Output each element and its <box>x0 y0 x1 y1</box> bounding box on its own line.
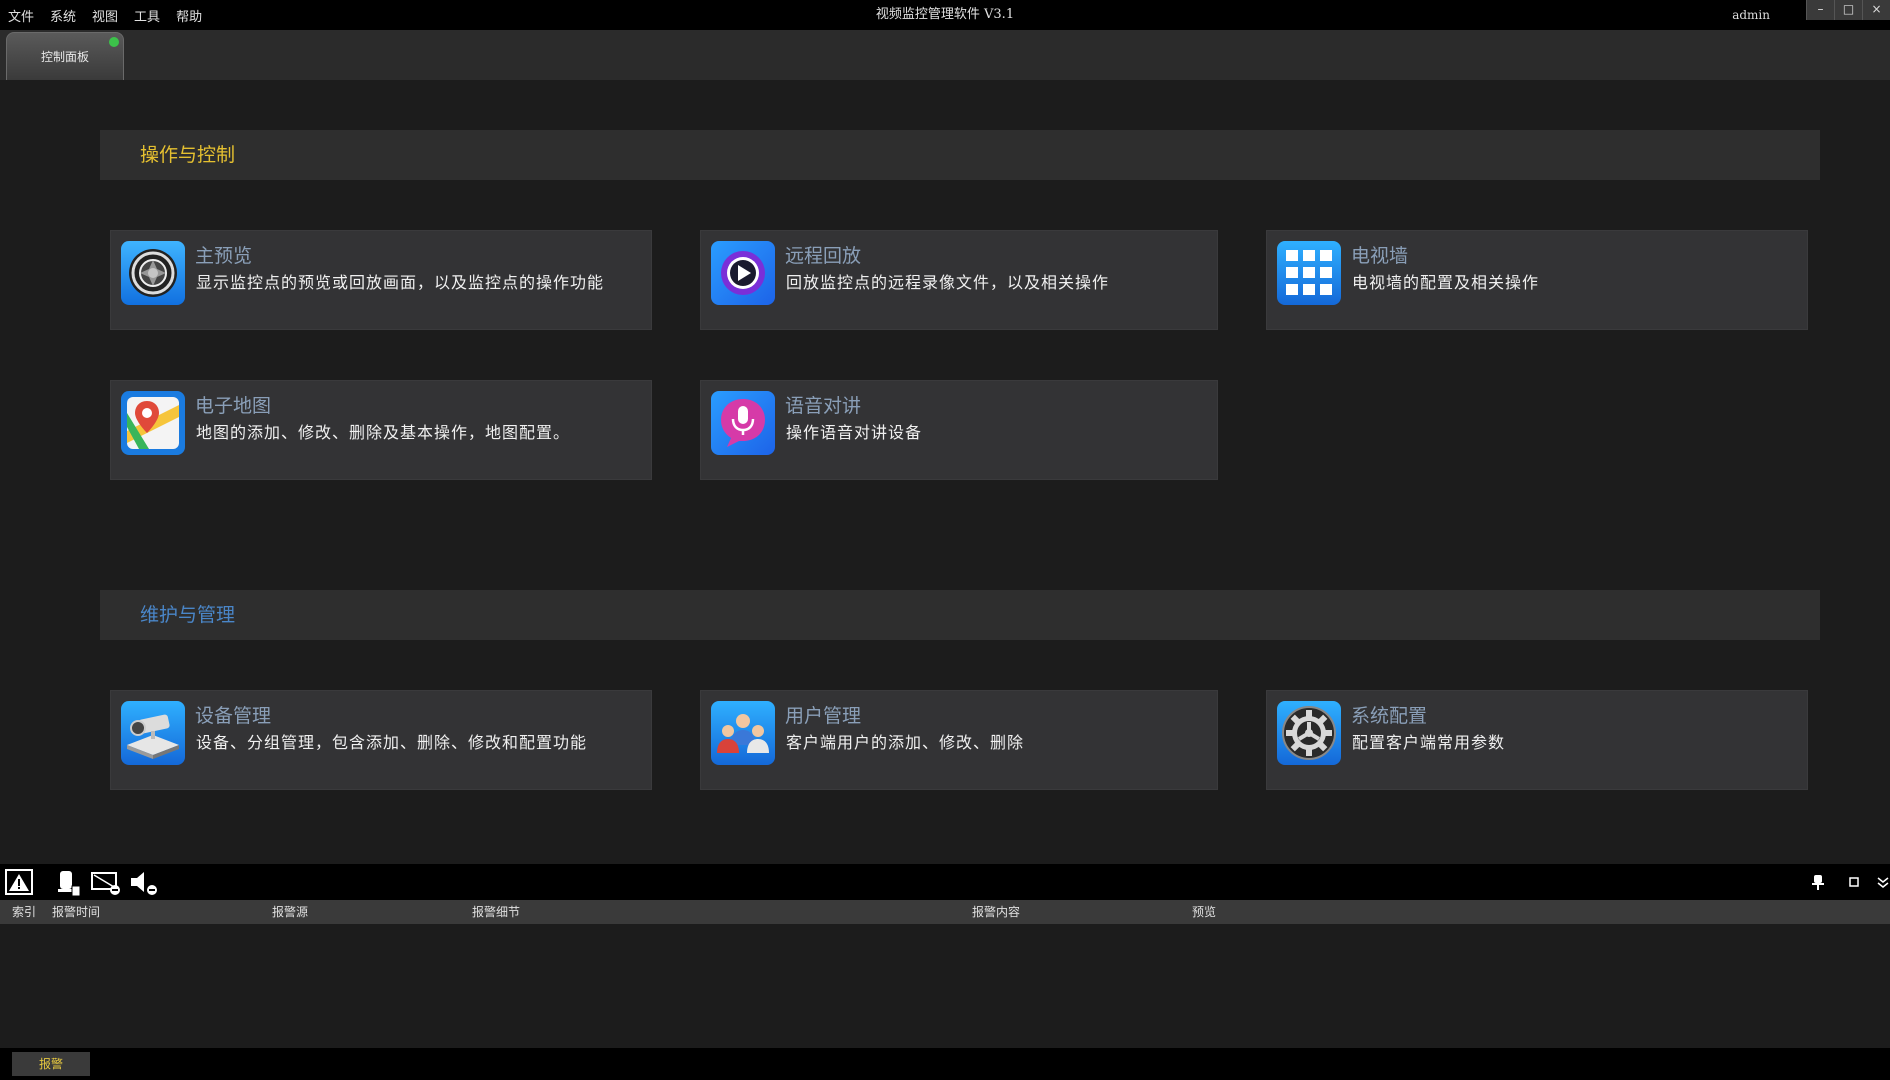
menu-tools[interactable]: 工具 <box>134 6 160 25</box>
section-title: 维护与管理 <box>140 604 236 626</box>
play-icon <box>711 241 775 305</box>
menu-view[interactable]: 视图 <box>92 6 118 25</box>
card-description: 配置客户端常用参数 <box>1352 733 1506 752</box>
card-title: 语音对讲 <box>785 395 862 417</box>
title-bar: 文件 系统 视图 工具 帮助 视频监控管理软件 V3.1 admin – □ × <box>0 0 1890 30</box>
card-electronic-map[interactable]: 电子地图 地图的添加、修改、删除及基本操作，地图配置。 <box>110 380 652 480</box>
card-description: 电视墙的配置及相关操作 <box>1352 273 1540 292</box>
card-title: 主预览 <box>195 245 253 267</box>
col-preview[interactable]: 预览 <box>1192 900 1216 924</box>
menu-help[interactable]: 帮助 <box>176 6 202 25</box>
grid-icon <box>1277 241 1341 305</box>
card-user-management[interactable]: 用户管理 客户端用户的添加、修改、删除 <box>700 690 1218 790</box>
device-icon <box>121 701 185 765</box>
col-alarm-content[interactable]: 报警内容 <box>972 900 1020 924</box>
tab-strip: 控制面板 <box>0 30 1890 80</box>
current-user[interactable]: admin <box>1732 0 1770 30</box>
card-device-management[interactable]: 设备管理 设备、分组管理，包含添加、删除、修改和配置功能 <box>110 690 652 790</box>
app-title: 视频监控管理软件 V3.1 <box>875 7 1015 22</box>
menu-file[interactable]: 文件 <box>8 6 34 25</box>
section-title: 操作与控制 <box>140 144 236 166</box>
map-pin-icon <box>121 391 185 455</box>
card-title: 设备管理 <box>195 705 272 727</box>
maximize-button[interactable]: □ <box>1834 0 1862 20</box>
card-title: 用户管理 <box>785 705 862 727</box>
card-remote-playback[interactable]: 远程回放 回放监控点的远程录像文件，以及相关操作 <box>700 230 1218 330</box>
users-icon <box>711 701 775 765</box>
card-main-preview[interactable]: 主预览 显示监控点的预览或回放画面，以及监控点的操作功能 <box>110 230 652 330</box>
microphone-icon <box>711 391 775 455</box>
card-description: 地图的添加、修改、删除及基本操作，地图配置。 <box>196 423 571 442</box>
card-title: 远程回放 <box>785 245 862 267</box>
card-description: 操作语音对讲设备 <box>786 423 923 442</box>
card-voice-intercom[interactable]: 语音对讲 操作语音对讲设备 <box>700 380 1218 480</box>
warning-icon[interactable] <box>4 864 34 900</box>
card-tv-wall[interactable]: 电视墙 电视墙的配置及相关操作 <box>1266 230 1808 330</box>
section-header-maintenance: 维护与管理 <box>100 590 1820 640</box>
alarm-table-body <box>0 924 1890 1048</box>
card-description: 客户端用户的添加、修改、删除 <box>786 733 1025 752</box>
col-alarm-source[interactable]: 报警源 <box>272 900 308 924</box>
card-description: 显示监控点的预览或回放画面，以及监控点的操作功能 <box>196 273 605 292</box>
card-description: 设备、分组管理，包含添加、删除、修改和配置功能 <box>196 733 588 752</box>
menu-system[interactable]: 系统 <box>50 6 76 25</box>
col-index[interactable]: 索引 <box>12 900 36 924</box>
pin-icon[interactable] <box>1806 864 1830 900</box>
status-bar: 报警 <box>0 1048 1890 1080</box>
menu-bar: 文件 系统 视图 工具 帮助 <box>8 0 218 30</box>
tab-control-panel[interactable]: 控制面板 <box>6 32 124 80</box>
col-alarm-detail[interactable]: 报警细节 <box>472 900 520 924</box>
card-title: 电子地图 <box>195 395 272 417</box>
tab-alarm[interactable]: 报警 <box>12 1052 90 1076</box>
section-header-operation: 操作与控制 <box>100 130 1820 180</box>
col-alarm-time[interactable]: 报警时间 <box>52 900 100 924</box>
window-controls: – □ × <box>1806 0 1890 20</box>
clear-alarm-icon[interactable] <box>56 864 84 900</box>
card-title: 电视墙 <box>1351 245 1409 267</box>
close-button[interactable]: × <box>1862 0 1890 20</box>
card-title: 系统配置 <box>1351 705 1428 727</box>
collapse-panel-icon[interactable] <box>1876 864 1890 900</box>
card-system-config[interactable]: 系统配置 配置客户端常用参数 <box>1266 690 1808 790</box>
gear-icon <box>1277 701 1341 765</box>
alarm-table-header: 索引 报警时间 报警源 报警细节 报警内容 预览 <box>0 900 1890 924</box>
mute-icon[interactable] <box>128 864 160 900</box>
alarm-toolbar <box>0 864 1890 900</box>
status-dot-icon <box>109 37 119 47</box>
card-description: 回放监控点的远程录像文件，以及相关操作 <box>786 273 1110 292</box>
tab-label: 控制面板 <box>40 50 89 64</box>
camera-lens-icon <box>121 241 185 305</box>
screen-off-icon[interactable] <box>90 864 122 900</box>
minimize-button[interactable]: – <box>1806 0 1834 20</box>
restore-panel-icon[interactable] <box>1842 864 1866 900</box>
